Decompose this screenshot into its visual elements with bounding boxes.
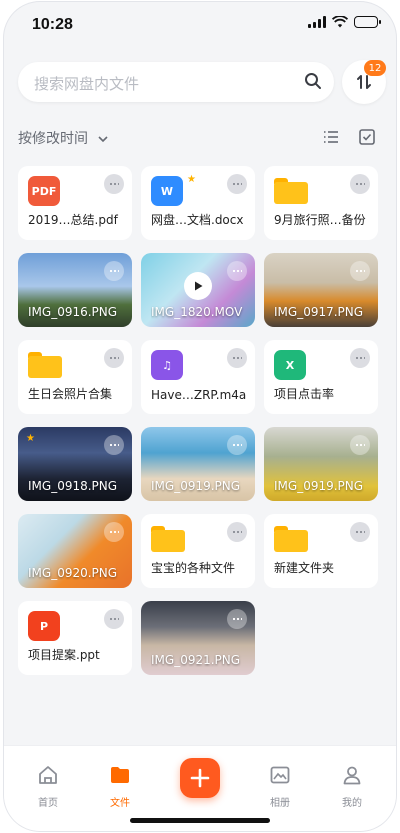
folder-icon [111,767,129,783]
file-name: 9月旅行照…备份 [274,213,366,227]
folder-icon [28,352,62,378]
list-view-icon[interactable] [322,128,340,146]
more-options-icon[interactable] [227,174,247,194]
tab-me[interactable]: 我的 [322,764,382,809]
wifi-icon [332,16,348,28]
more-options-icon[interactable] [350,174,370,194]
status-icons [308,16,381,28]
folder-icon [151,526,185,552]
add-button[interactable] [180,758,220,798]
tab-files[interactable]: 文件 [90,764,150,809]
file-card[interactable]: W ★ 网盘…文档.docx [141,166,255,240]
tab-files-label: 文件 [110,798,130,809]
file-name: IMG_1820.MOV [151,305,243,319]
more-options-icon[interactable] [350,348,370,368]
user-icon [343,766,361,785]
file-name: IMG_0920.PNG [28,566,118,580]
select-checkbox-icon[interactable] [358,128,376,146]
star-icon: ★ [187,174,196,185]
file-card[interactable]: IMG_0921.PNG [141,601,255,675]
file-card[interactable]: 生日会照片合集 [18,340,132,414]
more-options-icon[interactable] [350,261,370,281]
file-name: Have…ZRP.m4a [151,388,247,402]
tab-home[interactable]: 首页 [18,764,78,809]
more-options-icon[interactable] [104,174,124,194]
ppt-file-icon: P [28,611,60,641]
more-options-icon[interactable] [350,522,370,542]
file-name: 网盘…文档.docx [151,213,244,227]
file-card[interactable]: 9月旅行照…备份 [264,166,378,240]
search-icon[interactable] [304,72,322,90]
more-options-icon[interactable] [104,348,124,368]
signal-icon [308,16,326,28]
tab-me-label: 我的 [342,798,362,809]
status-bar: 10:28 [4,2,396,46]
chevron-down-icon [98,135,108,142]
sort-row: 按修改时间 [18,128,382,150]
more-options-icon[interactable] [104,609,124,629]
file-card[interactable]: 新建文件夹 [264,514,378,588]
file-name: 宝宝的各种文件 [151,561,236,575]
file-card[interactable]: IMG_0919.PNG [141,427,255,501]
battery-icon [354,16,381,28]
tab-album-label: 相册 [270,798,290,809]
file-card[interactable]: PDF 2019…总结.pdf [18,166,132,240]
more-options-icon[interactable] [227,348,247,368]
file-name: 项目提案.ppt [28,648,100,662]
file-name: 项目点击率 [274,387,335,401]
more-options-icon[interactable] [350,435,370,455]
star-icon: ★ [26,433,35,444]
more-options-icon[interactable] [227,522,247,542]
more-options-icon[interactable] [104,522,124,542]
more-options-icon[interactable] [227,261,247,281]
file-name: IMG_0921.PNG [151,653,241,667]
phone-screen: 10:28 搜索网盘内文件 12 按修改时间 PDF 2019…总结.pdf W… [4,2,396,831]
file-name: 生日会照片合集 [28,387,113,401]
home-icon [39,766,57,784]
file-name: IMG_0916.PNG [28,305,118,319]
pdf-file-icon: PDF [28,176,60,206]
file-card[interactable]: IMG_1820.MOV [141,253,255,327]
more-options-icon[interactable] [227,435,247,455]
file-card[interactable]: IMG_0917.PNG [264,253,378,327]
excel-file-icon: X [274,350,306,380]
file-name: 2019…总结.pdf [28,213,118,227]
file-card[interactable]: X 项目点击率 [264,340,378,414]
audio-file-icon: ♫ [151,350,183,380]
file-name: 新建文件夹 [274,561,335,575]
word-file-icon: W [151,176,183,206]
file-card[interactable]: 宝宝的各种文件 [141,514,255,588]
transfer-count-badge: 12 [364,60,386,76]
file-name: IMG_0917.PNG [274,305,364,319]
tab-album[interactable]: 相册 [250,764,310,809]
tab-home-label: 首页 [38,798,58,809]
file-name: IMG_0919.PNG [274,479,364,493]
plus-icon [190,768,210,788]
file-card[interactable]: IMG_0916.PNG [18,253,132,327]
file-name: IMG_0919.PNG [151,479,241,493]
file-card[interactable]: IMG_0920.PNG [18,514,132,588]
search-input[interactable]: 搜索网盘内文件 [18,62,334,102]
file-card[interactable]: IMG_0919.PNG [264,427,378,501]
more-options-icon[interactable] [227,609,247,629]
more-options-icon[interactable] [104,435,124,455]
status-time: 10:28 [32,16,73,33]
file-card[interactable]: ★ IMG_0918.PNG [18,427,132,501]
folder-icon [274,526,308,552]
search-placeholder: 搜索网盘内文件 [34,75,140,93]
sort-label: 按修改时间 [18,131,88,147]
play-icon[interactable] [184,272,212,300]
file-card[interactable]: ♫ Have…ZRP.m4a [141,340,255,414]
image-icon [270,766,290,784]
home-indicator [130,818,270,823]
bottom-tab-bar: 首页 文件 相册 我的 [4,745,396,831]
file-card[interactable]: P 项目提案.ppt [18,601,132,675]
more-options-icon[interactable] [104,261,124,281]
file-name: IMG_0918.PNG [28,479,118,493]
folder-icon [274,178,308,204]
sort-dropdown[interactable]: 按修改时间 [18,128,109,147]
